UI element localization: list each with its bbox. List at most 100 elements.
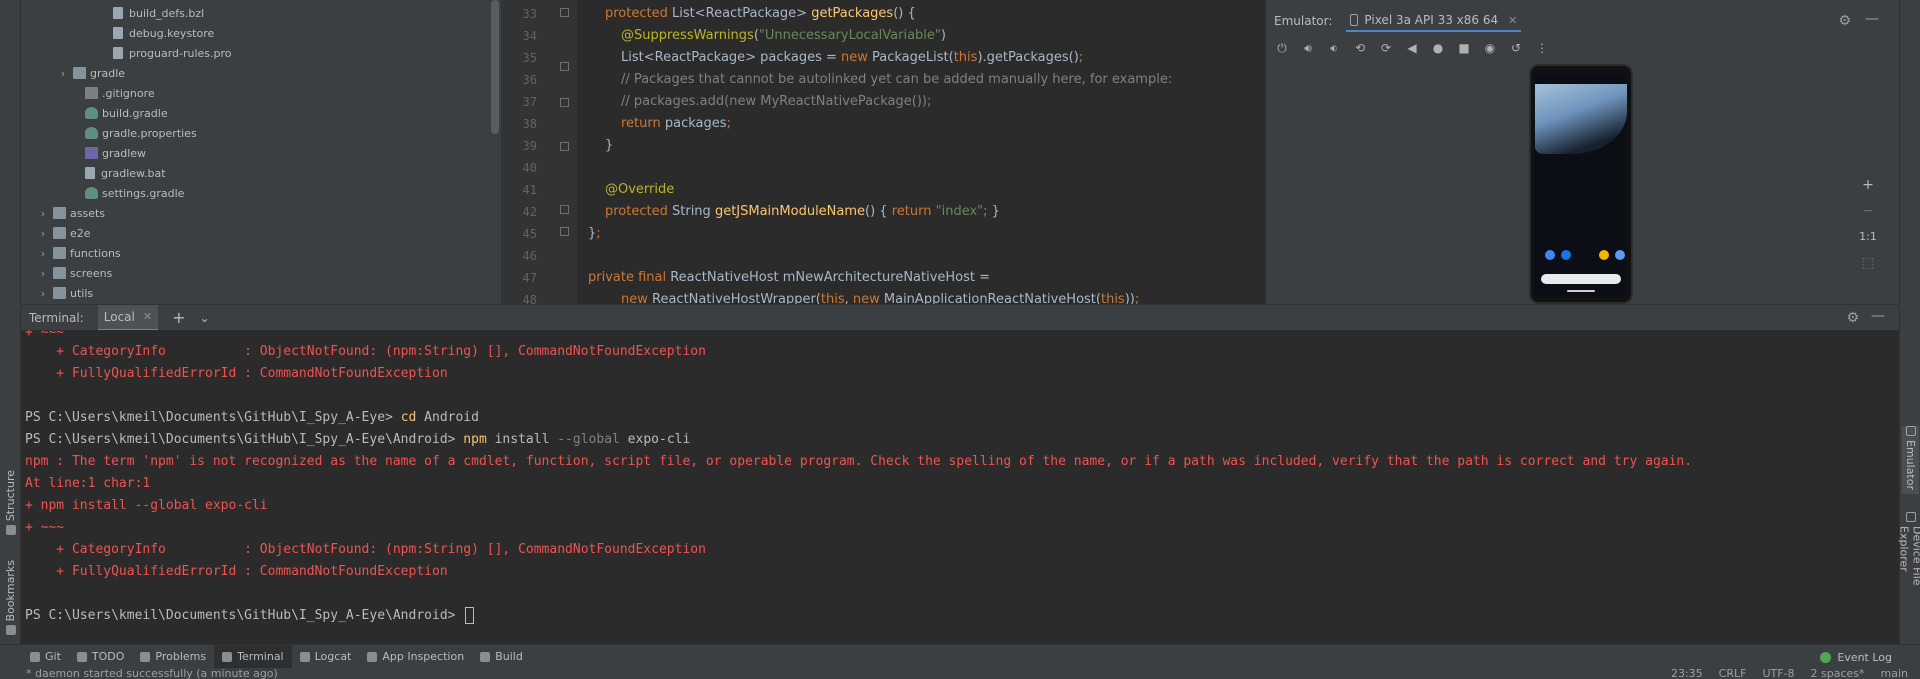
gesture-nav-bar[interactable] [1567, 290, 1595, 292]
volume-down-icon[interactable]: 🔉︎ [1328, 42, 1340, 54]
tab-todo[interactable]: TODO [69, 645, 133, 669]
terminal-line: + FullyQualifiedErrorId : CommandNotFoun… [25, 366, 448, 381]
power-icon[interactable]: ⏻ [1276, 42, 1288, 54]
tree-item[interactable]: gradlew [69, 143, 146, 163]
chevron-right-icon[interactable]: › [37, 287, 49, 300]
indent-setting[interactable]: 2 spaces* [1811, 667, 1865, 679]
close-icon[interactable]: ✕ [1508, 14, 1517, 27]
tab-terminal[interactable]: Terminal [214, 644, 292, 669]
tab-git[interactable]: Git [22, 645, 69, 669]
file-encoding[interactable]: UTF-8 [1762, 667, 1794, 679]
google-search-bar[interactable] [1541, 274, 1621, 284]
tab-todo-label: TODO [91, 650, 125, 663]
tab-problems[interactable]: Problems [132, 645, 214, 669]
tree-item-label: assets [70, 206, 106, 220]
tree-item[interactable]: › e2e [37, 223, 91, 243]
tree-item[interactable]: gradlew.bat [69, 163, 166, 183]
tree-item[interactable]: gradle.properties [69, 123, 197, 143]
tree-item[interactable]: settings.gradle [69, 183, 184, 203]
status-message[interactable]: * daemon started successfully (a minute … [26, 667, 278, 679]
terminal-output[interactable]: + ~~~ + CategoryInfo : ObjectNotFound: (… [21, 330, 1887, 644]
chevron-right-icon[interactable]: › [37, 207, 49, 220]
minimize-icon[interactable]: — [1871, 308, 1885, 324]
more-options-icon[interactable]: ⋮ [1536, 42, 1548, 54]
chevron-right-icon[interactable]: › [37, 227, 49, 240]
camera-icon[interactable]: ◉ [1484, 42, 1496, 54]
project-scrollbar[interactable] [491, 0, 499, 134]
tree-item[interactable]: debug.keystore [97, 23, 214, 43]
tab-problems-label: Problems [155, 650, 207, 663]
minimize-icon[interactable]: — [1865, 11, 1879, 27]
code-line: @Override [605, 182, 675, 197]
tree-item[interactable]: › screens [37, 263, 113, 283]
code-line: new ReactNativeHostWrapper(this, new Mai… [621, 292, 1140, 304]
tree-item[interactable]: › assets [37, 203, 105, 223]
caret-position[interactable]: 23:35 [1671, 667, 1703, 679]
tree-item[interactable]: › functions [37, 243, 121, 263]
terminal-line[interactable]: PS C:\Users\kmeil\Documents\GitHub\I_Spy… [25, 605, 475, 627]
volume-up-icon[interactable]: 🔊︎ [1302, 42, 1314, 54]
tree-item[interactable]: build_defs.bzl [97, 3, 204, 23]
line-number: 46 [522, 249, 537, 263]
fold-marker-icon[interactable] [560, 205, 569, 214]
file-icon [113, 47, 123, 59]
rotate-left-icon[interactable]: ⟲ [1354, 42, 1366, 54]
tree-item[interactable]: build.gradle [69, 103, 168, 123]
gear-icon[interactable]: ⚙ [1838, 13, 1851, 29]
chevron-down-icon[interactable]: ⌄ [200, 311, 210, 325]
snapshot-icon[interactable]: ↺ [1510, 42, 1522, 54]
code-line: protected List<ReactPackage> getPackages… [605, 6, 916, 21]
zoom-in-button[interactable]: + [1862, 172, 1874, 198]
terminal-prompt: PS C:\Users\kmeil\Documents\GitHub\I_Spy… [25, 432, 464, 447]
chevron-right-icon[interactable]: › [37, 247, 49, 260]
back-icon[interactable]: ◀ [1406, 42, 1418, 54]
tab-logcat[interactable]: Logcat [292, 645, 360, 669]
fold-marker-icon[interactable] [560, 142, 569, 151]
structure-tab[interactable]: Structure [2, 470, 19, 536]
emulator-device-screen[interactable] [1529, 64, 1633, 304]
fold-marker-icon[interactable] [560, 62, 569, 71]
line-ending[interactable]: CRLF [1719, 667, 1747, 679]
close-icon[interactable]: ✕ [143, 310, 152, 323]
zoom-actual-size-button[interactable]: 1:1 [1859, 224, 1877, 250]
terminal-flag: --global [557, 432, 620, 447]
tree-item[interactable]: proguard-rules.pro [97, 43, 232, 63]
chrome-app-icon[interactable] [1599, 250, 1609, 260]
app-inspection-icon [367, 651, 378, 662]
tab-app-inspection[interactable]: App Inspection [359, 645, 472, 669]
fold-marker-icon[interactable] [560, 8, 569, 17]
add-icon[interactable]: + [172, 308, 185, 327]
code-editor[interactable]: 33 34 35 36 37 38 39 40 41 42 45 46 47 48 protected L… [501, 0, 1265, 304]
camera-app-icon[interactable] [1615, 250, 1625, 260]
terminal-tab-label: Local [103, 309, 135, 324]
tree-item[interactable]: › gradle [57, 63, 125, 83]
rotate-right-icon[interactable]: ⟳ [1380, 42, 1392, 54]
phone-app-icon[interactable] [1545, 250, 1555, 260]
event-log-button[interactable]: Event Log [1820, 645, 1892, 669]
chevron-right-icon[interactable]: › [37, 267, 49, 280]
device-file-explorer-tab[interactable]: Device File Explorer [1898, 512, 1920, 632]
tree-item[interactable]: .gitignore [69, 83, 155, 103]
fold-marker-icon[interactable] [560, 227, 569, 236]
phone-icon [1350, 14, 1359, 26]
tab-logcat-label: Logcat [314, 650, 352, 663]
git-branch[interactable]: main [1881, 667, 1908, 679]
gear-icon[interactable]: ⚙ [1846, 310, 1859, 326]
tree-item[interactable]: › utils [37, 283, 93, 303]
emulator-device-tab[interactable]: Pixel 3a API 33 x86 64 ✕ [1346, 10, 1522, 32]
zoom-out-button[interactable]: − [1862, 198, 1874, 224]
messages-app-icon[interactable] [1561, 250, 1571, 260]
home-icon[interactable]: ● [1432, 42, 1444, 54]
overview-icon[interactable]: ■ [1458, 42, 1470, 54]
emulator-side-tab[interactable]: Emulator [1902, 426, 1919, 494]
tab-build[interactable]: Build [472, 645, 531, 669]
zoom-fit-icon[interactable]: ⬚ [1861, 250, 1874, 276]
fold-marker-icon[interactable] [560, 98, 569, 107]
emulator-side-tab-label: Emulator [1904, 440, 1917, 490]
terminal-cursor[interactable] [465, 607, 475, 624]
bookmarks-tab[interactable]: Bookmarks [2, 560, 19, 636]
terminal-tab-local[interactable]: Local ✕ [97, 304, 159, 331]
phone-home-screen[interactable] [1535, 74, 1627, 296]
structure-tab-label: Structure [4, 470, 17, 522]
chevron-right-icon[interactable]: › [57, 67, 69, 80]
